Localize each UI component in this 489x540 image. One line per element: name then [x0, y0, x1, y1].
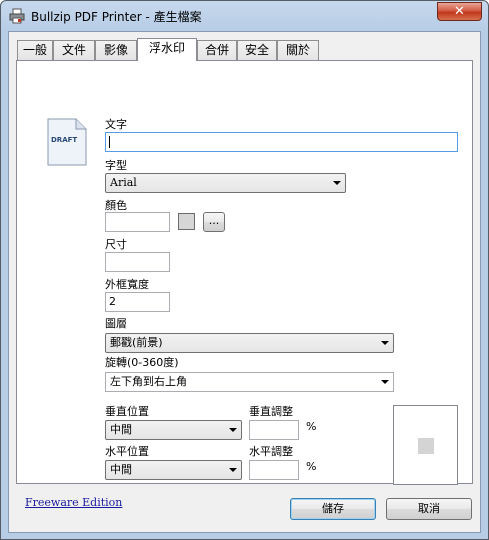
- rotation-select-value: 左下角到右上角: [110, 375, 187, 388]
- position-preview: [393, 405, 458, 485]
- tab-about[interactable]: 關於: [277, 40, 319, 60]
- tab-general[interactable]: 一般: [17, 40, 53, 60]
- close-button[interactable]: ✕: [437, 2, 482, 21]
- tab-image[interactable]: 影像: [95, 40, 137, 60]
- outline-width-label: 外框寬度: [105, 278, 149, 291]
- chevron-down-icon: [381, 380, 389, 384]
- layer-select[interactable]: 郵戳(前景): [105, 333, 394, 353]
- tab-document[interactable]: 文件: [53, 40, 95, 60]
- size-input[interactable]: [105, 252, 170, 272]
- title-bar: Bullzip PDF Printer - 產生檔案 ✕: [1, 1, 488, 31]
- vertical-position-value: 中間: [110, 423, 132, 436]
- color-input[interactable]: [105, 212, 170, 232]
- font-label: 字型: [105, 159, 127, 172]
- layer-label: 圖層: [105, 317, 127, 330]
- horizontal-adjust-input[interactable]: [249, 460, 299, 480]
- window-title: Bullzip PDF Printer - 產生檔案: [31, 10, 202, 24]
- vertical-adjust-unit: %: [306, 420, 317, 433]
- cancel-button[interactable]: 取消: [386, 498, 472, 520]
- color-swatch[interactable]: [178, 213, 195, 230]
- chevron-down-icon: [381, 341, 389, 345]
- horizontal-adjust-unit: %: [306, 460, 317, 473]
- rotation-select[interactable]: 左下角到右上角: [105, 372, 394, 392]
- watermark-panel: DRAFT 文字 字型 Arial 顏色 ... 尺寸 外框寬度 2 圖層 郵戳…: [16, 60, 473, 485]
- freeware-edition-link[interactable]: Freeware Edition: [25, 496, 122, 509]
- draft-icon-text: DRAFT: [51, 136, 77, 144]
- font-select-value: Arial: [110, 176, 137, 189]
- chevron-down-icon: [229, 428, 237, 432]
- tab-security[interactable]: 安全: [237, 40, 277, 60]
- size-label: 尺寸: [105, 238, 127, 251]
- dialog-window: Bullzip PDF Printer - 產生檔案 ✕ 一般 文件 影像 浮水…: [0, 0, 489, 540]
- color-label: 顏色: [105, 199, 127, 212]
- horizontal-adjust-label: 水平調整: [249, 445, 293, 458]
- layer-select-value: 郵戳(前景): [110, 336, 163, 349]
- vertical-position-select[interactable]: 中間: [105, 420, 242, 440]
- draft-document-icon: DRAFT: [47, 118, 87, 166]
- horizontal-position-select[interactable]: 中間: [105, 460, 242, 480]
- save-button[interactable]: 儲存: [290, 498, 376, 520]
- horizontal-position-label: 水平位置: [105, 445, 149, 458]
- tab-watermark[interactable]: 浮水印: [137, 38, 197, 61]
- font-select[interactable]: Arial: [105, 173, 346, 193]
- color-picker-button[interactable]: ...: [203, 212, 225, 232]
- chevron-down-icon: [229, 468, 237, 472]
- vertical-adjust-input[interactable]: [249, 420, 299, 440]
- outline-width-input[interactable]: 2: [105, 292, 170, 312]
- dialog-client-area: 一般 文件 影像 浮水印 合併 安全 關於 DRAFT 文字 字型 Arial: [8, 31, 481, 533]
- horizontal-position-value: 中間: [110, 463, 132, 476]
- tab-merge[interactable]: 合併: [197, 40, 237, 60]
- vertical-adjust-label: 垂直調整: [249, 405, 293, 418]
- vertical-position-label: 垂直位置: [105, 405, 149, 418]
- preview-watermark-marker: [418, 438, 434, 454]
- printer-icon: [9, 8, 25, 24]
- text-input[interactable]: [105, 132, 458, 152]
- text-label: 文字: [105, 118, 127, 131]
- rotation-label: 旋轉(0-360度): [105, 356, 179, 369]
- chevron-down-icon: [333, 181, 341, 185]
